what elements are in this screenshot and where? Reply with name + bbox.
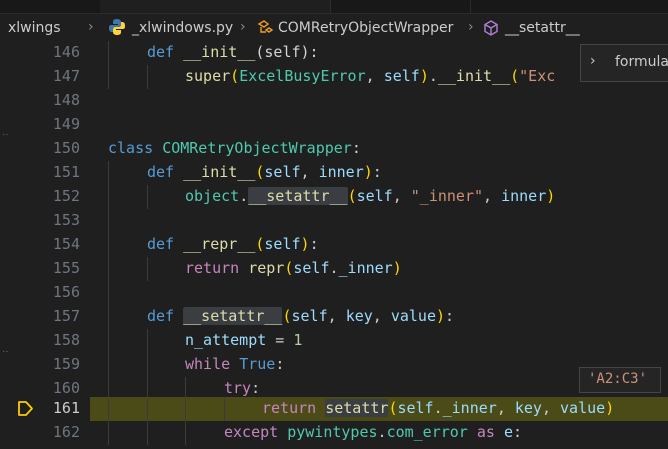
code-line: 146 def __init__(self):: [0, 41, 668, 65]
code-line: 152 object.__setattr__(self, "_inner", i…: [0, 185, 668, 209]
line-number: 153: [52, 211, 80, 229]
chevron-right-icon: ›: [468, 19, 474, 35]
code-line: 147 super(ExcelBusyError, self).__init__…: [0, 65, 668, 89]
line-number: 158: [52, 331, 80, 349]
line-number: 160: [52, 379, 80, 397]
tab[interactable]: [470, 0, 668, 13]
line-number: 156: [52, 283, 80, 301]
code-line: 156: [0, 281, 668, 305]
breadcrumb-file[interactable]: _xlwindows.py: [132, 20, 233, 36]
line-number: 146: [52, 43, 80, 61]
line-number: 155: [52, 259, 80, 277]
code-line: 149: [0, 113, 668, 137]
class-symbol-icon: [256, 19, 274, 41]
line-number: 154: [52, 235, 80, 253]
code-line: 162 except pywintypes.com_error as e:: [0, 421, 668, 445]
breadcrumb-method[interactable]: __setattr__: [505, 20, 580, 36]
chevron-right-icon: ›: [88, 19, 94, 35]
line-number: 162: [52, 423, 80, 441]
code-line: 158 n_attempt = 1: [0, 329, 668, 353]
chevron-right-icon: ›: [240, 19, 246, 35]
code-line: 148: [0, 89, 668, 113]
line-number: 150: [52, 139, 80, 157]
line-number: 147: [52, 67, 80, 85]
line-number: 157: [52, 307, 80, 325]
code-line: 151 def __init__(self, inner):: [0, 161, 668, 185]
line-number: 148: [52, 91, 80, 109]
method-symbol-icon: [483, 19, 499, 41]
breadcrumb: xlwings › _xlwindows.py › COMRetryObject…: [0, 14, 668, 44]
code-line: 157 def __setattr__(self, key, value):: [0, 305, 668, 329]
code-line: 150 class COMRetryObjectWrapper:: [0, 137, 668, 161]
python-file-icon: [108, 18, 126, 40]
debug-current-line-arrow-icon[interactable]: [17, 400, 34, 417]
line-number: 149: [52, 115, 80, 133]
breadcrumb-class[interactable]: COMRetryObjectWrapper: [278, 20, 453, 36]
suggestion-widget[interactable]: › formula: [580, 44, 668, 82]
code-line: 154 def __repr__(self):: [0, 233, 668, 257]
line-number: 151: [52, 163, 80, 181]
chevron-right-icon[interactable]: ›: [590, 53, 596, 69]
tab[interactable]: [330, 0, 471, 13]
tab[interactable]: [0, 0, 101, 13]
editor-tab-strip: [0, 0, 668, 14]
breadcrumb-folder[interactable]: xlwings: [8, 20, 61, 36]
current-execution-line: 161 return setattr(self._inner, key, val…: [0, 397, 668, 421]
code-line: 153: [0, 209, 668, 233]
suggestion-label[interactable]: formula: [615, 54, 668, 70]
line-number: 159: [52, 355, 80, 373]
inline-value-hover: 'A2:C3': [579, 367, 661, 393]
line-number: 152: [52, 187, 80, 205]
hover-value-text: 'A2:C3': [588, 371, 648, 387]
tab-active[interactable]: [100, 0, 331, 13]
code-line: 159 while True:: [0, 353, 668, 377]
code-line: 155 return repr(self._inner): [0, 257, 668, 281]
